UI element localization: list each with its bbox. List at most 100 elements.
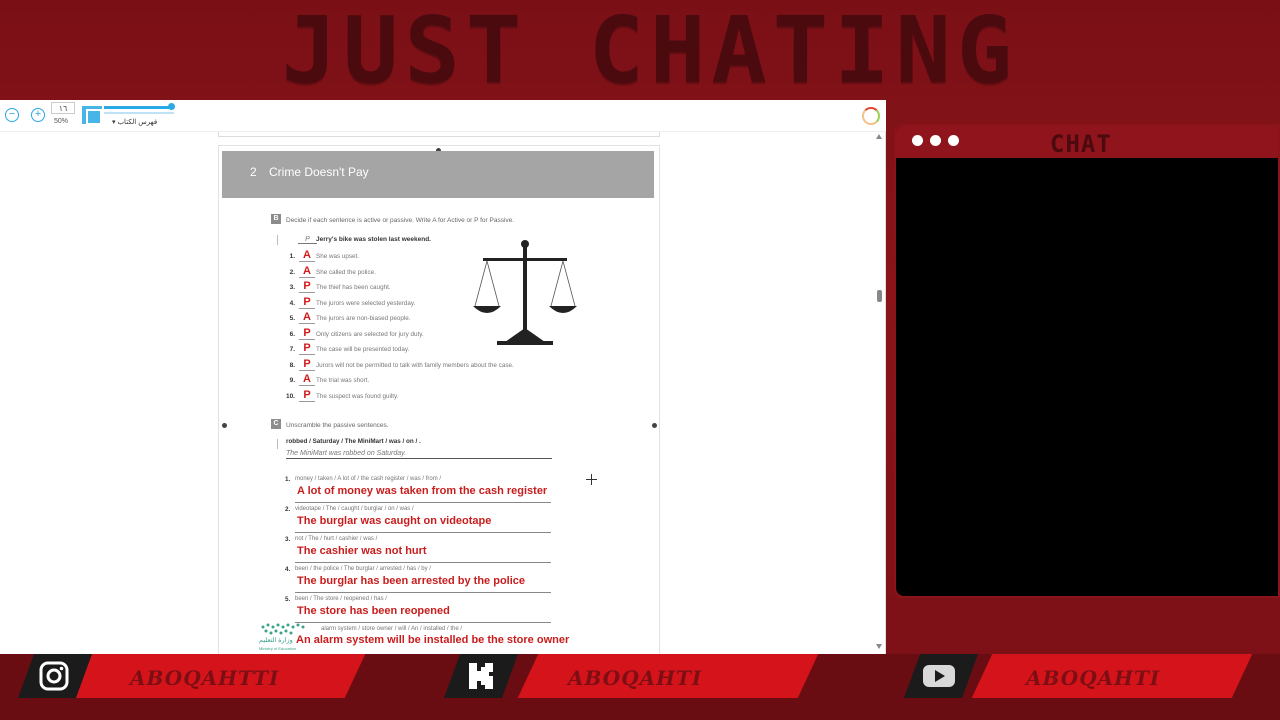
answer-field[interactable]: P [299, 296, 315, 309]
handwritten-answer: A lot of money was taken from the cash r… [297, 485, 548, 497]
ministry-logo-arabic: وزارة التعليم [259, 637, 293, 644]
item-sentence: The case will be presented today. [316, 346, 410, 353]
list-item: 10. P The suspect was found guilty. [285, 389, 605, 403]
loading-spinner-icon [862, 107, 880, 125]
answer-line [295, 622, 551, 623]
selection-handle[interactable] [222, 423, 227, 428]
answer-line [295, 532, 551, 533]
item-sentence: The trial was short. [316, 377, 370, 384]
item-number: 6. [289, 330, 295, 338]
window-dot-icon [948, 135, 959, 146]
list-item: 8. P Jurors will not be permitted to talk … [285, 358, 605, 372]
item-number: 5. [289, 315, 295, 322]
stream-banner: JUST CHATING [0, 0, 1280, 104]
chat-header: CHAT [896, 126, 1278, 158]
section-b-instruction: Decide if each sentence is active or pas… [286, 217, 515, 224]
list-item: 2. videotape / The / caught / burglar / o… [285, 506, 585, 536]
scrambled-words: alarm system / store owner / will / An /… [321, 626, 463, 632]
window-dot-icon [930, 135, 941, 146]
chapter-title: Crime Doesn't Pay [269, 165, 369, 179]
answer-line [295, 562, 551, 563]
answer-field[interactable]: P [299, 342, 315, 355]
answer-field[interactable]: P [299, 358, 315, 371]
zoom-slider-handle[interactable] [168, 103, 175, 110]
list-item: 5. been / The store / reopened / has / The… [285, 596, 585, 626]
item-number: 3. [285, 536, 291, 543]
table-of-contents-dropdown[interactable]: ▾ فهرس الكتاب [112, 118, 157, 126]
youtube-handle: ABOQAHTI [1026, 666, 1161, 690]
banner-title: JUST CHATING [281, 0, 1019, 104]
scales-of-justice-image [473, 240, 577, 345]
scrambled-words: money / taken / A lot of / the cash regi… [295, 476, 442, 482]
item-sentence: The jurors were selected yesterday. [316, 299, 416, 307]
social-bar: ABOQAHTTI ABOQAHTI ABOQAHTI [0, 654, 1280, 720]
kick-icon [469, 663, 493, 689]
item-number: 10. [285, 392, 295, 400]
zoom-in-icon[interactable]: + [31, 108, 45, 122]
zoom-slider-track [104, 112, 174, 114]
answer-field[interactable]: A [299, 249, 315, 262]
ebook-viewer-window: − + ١٦ 50% ▾ فهرس الكتاب 2 Crime Doesn't… [0, 100, 886, 665]
item-sentence: The suspect was found guilty. [316, 392, 399, 400]
instagram-handle: ABOQAHTTI [130, 666, 280, 690]
scrambled-words: videotape / The / caught / burglar / on … [295, 506, 414, 512]
scroll-down-arrow-icon[interactable] [876, 644, 882, 649]
section-b-marker: B [271, 214, 281, 224]
crosshair-cursor-icon [586, 474, 597, 485]
handwritten-answer: The cashier was not hurt [297, 545, 427, 557]
handwritten-answer: The store has been reopened [297, 605, 450, 617]
instagram-icon [39, 661, 69, 691]
scrambled-words: not / The / hurt / cashier / was / [295, 536, 378, 542]
zoom-out-icon[interactable]: − [5, 108, 19, 122]
item-number: 1. [285, 476, 291, 483]
handwritten-answer: The burglar has been arrested by the pol… [297, 575, 526, 587]
chapter-number: 2 [250, 165, 257, 179]
handwritten-answer: An alarm system will be installed be the… [296, 634, 570, 646]
chat-panel: CHAT [894, 124, 1280, 598]
answer-field[interactable]: P [299, 389, 315, 402]
fit-page-icon[interactable] [82, 106, 102, 125]
answer-field[interactable]: A [299, 373, 315, 386]
answer-line [295, 592, 551, 593]
chat-title: CHAT [1050, 130, 1112, 158]
item-number: 9. [289, 377, 295, 384]
answer-field[interactable]: P [299, 327, 315, 340]
document-page: 2 Crime Doesn't Pay B Decide if each sen… [218, 145, 660, 665]
zoom-slider[interactable] [104, 106, 174, 109]
item-sentence: She called the police. [316, 268, 376, 276]
page-number-input[interactable]: ١٦ [51, 102, 75, 114]
pin-icon [277, 439, 281, 449]
section-c-marker: C [271, 419, 281, 429]
example-sentence: Jerry's bike was stolen last weekend. [316, 236, 431, 243]
answer-field[interactable]: A [299, 311, 315, 324]
ministry-logo-english: Ministry of Education [259, 646, 297, 651]
selection-handle[interactable] [652, 423, 657, 428]
previous-page-edge [218, 132, 660, 137]
item-sentence: Only citizens are selected for jury duty… [316, 330, 424, 338]
item-number: 7. [289, 346, 295, 353]
item-sentence: The thief has been caught. [316, 284, 391, 291]
answer-field[interactable]: A [299, 265, 315, 278]
scrollbar-thumb[interactable] [877, 290, 882, 302]
list-item: 4. been / the police / The burglar / arre… [285, 566, 585, 596]
scrambled-words: been / the police / The burglar / arrest… [295, 566, 431, 572]
handwritten-answer: The burglar was caught on videotape [297, 515, 492, 527]
answer-field[interactable]: P [299, 280, 315, 293]
item-number: 4. [285, 566, 291, 573]
example-scrambled-words: robbed / Saturday / The MiniMart / was /… [286, 438, 421, 445]
vertical-scrollbar[interactable] [877, 132, 883, 654]
example-answer: P [298, 236, 317, 244]
scroll-up-arrow-icon[interactable] [876, 134, 882, 139]
item-number: 1. [289, 253, 295, 260]
item-number: 5. [285, 596, 291, 603]
item-number: 8. [289, 361, 295, 369]
scrambled-words: been / The store / reopened / has / [295, 596, 387, 602]
kick-handle: ABOQAHTI [568, 666, 703, 690]
list-item: 9. A The trial was short. [285, 373, 605, 387]
item-sentence: The jurors are non-biased people. [316, 315, 411, 322]
viewer-toolbar: − + ١٦ 50% ▾ فهرس الكتاب [0, 100, 886, 132]
chapter-header: 2 Crime Doesn't Pay [222, 151, 654, 198]
item-number: 2. [285, 506, 291, 513]
zoom-level: 50% [54, 118, 69, 125]
item-number: 2. [289, 268, 295, 276]
